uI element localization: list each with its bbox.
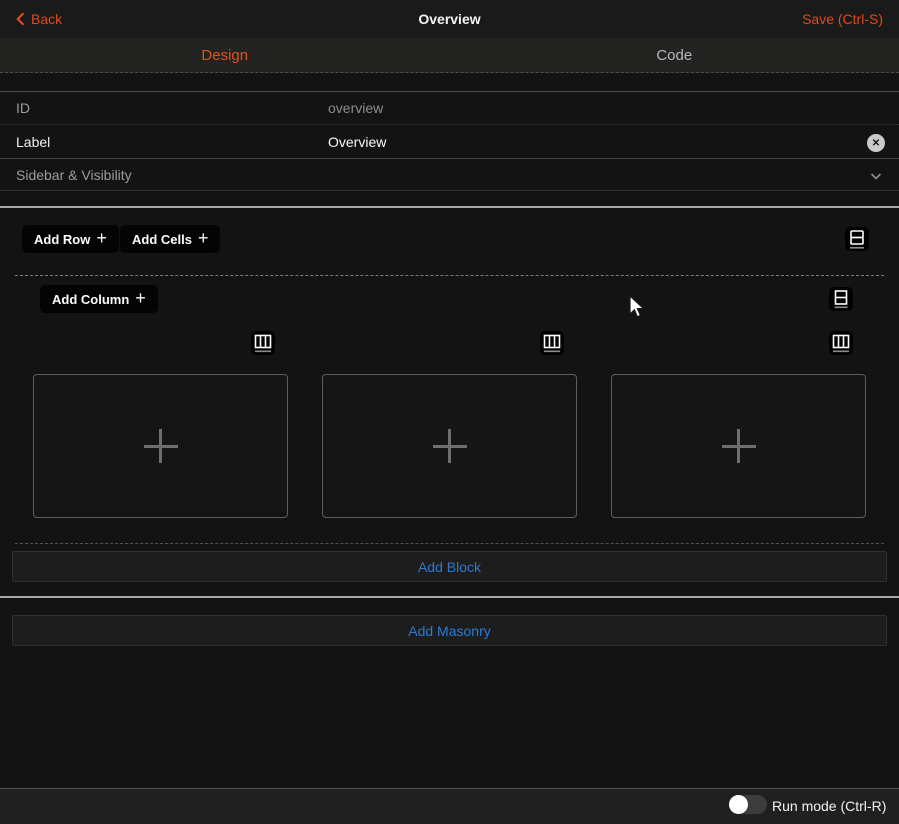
page-title: Overview (0, 0, 899, 38)
add-row-label: Add Row (34, 232, 90, 247)
id-label: ID (16, 100, 30, 116)
three-columns-icon (829, 331, 853, 355)
column-3-layout-button[interactable] (829, 331, 853, 355)
three-columns-icon (540, 331, 564, 355)
back-button[interactable]: Back (14, 0, 62, 38)
add-cells-button[interactable]: Add Cells + (120, 225, 220, 253)
column-1-layout-button[interactable] (251, 331, 275, 355)
row-container-top-border (15, 275, 884, 276)
stacked-rows-icon (845, 227, 869, 251)
plus-cross-icon (433, 429, 467, 463)
plus-icon: + (135, 289, 146, 307)
save-button[interactable]: Save (Ctrl-S) (802, 0, 883, 38)
column-2-layout-button[interactable] (540, 331, 564, 355)
clear-label-button[interactable]: ✕ (867, 134, 885, 152)
plus-cross-icon (722, 429, 756, 463)
label-label: Label (16, 134, 50, 150)
label-value[interactable]: Overview (328, 134, 386, 150)
empty-cell-1-add-target[interactable] (33, 374, 288, 518)
empty-cell-2-add-target[interactable] (322, 374, 577, 518)
row-split-button[interactable] (829, 287, 853, 311)
chevron-left-icon (14, 12, 27, 26)
mouse-cursor (628, 295, 648, 319)
add-block-button[interactable]: Add Block (12, 551, 887, 582)
back-label: Back (31, 11, 62, 27)
add-column-label: Add Column (52, 292, 129, 307)
tab-design[interactable]: Design (0, 38, 450, 72)
plus-icon: + (96, 229, 107, 247)
plus-cross-icon (144, 429, 178, 463)
clear-icon: ✕ (872, 138, 880, 149)
toggle-knob (729, 795, 748, 814)
form-row-sidebar-visibility[interactable]: Sidebar & Visibility (0, 160, 899, 191)
empty-cell-3-add-target[interactable] (611, 374, 866, 518)
row-layout-button[interactable] (845, 227, 869, 251)
plus-icon: + (198, 229, 209, 247)
square-two-rows-icon (829, 287, 853, 311)
tab-code[interactable]: Code (450, 38, 899, 72)
chevron-down-icon[interactable] (868, 168, 884, 184)
id-value[interactable]: overview (328, 100, 383, 116)
form-row-id[interactable]: ID overview (0, 92, 899, 125)
add-cells-label: Add Cells (132, 232, 192, 247)
sidebar-visibility-label: Sidebar & Visibility (16, 167, 132, 183)
three-columns-icon (251, 331, 275, 355)
add-row-button[interactable]: Add Row + (22, 225, 119, 253)
run-mode-toggle[interactable] (729, 795, 767, 814)
add-column-button[interactable]: Add Column + (40, 285, 158, 313)
section-divider (0, 206, 899, 208)
add-masonry-button[interactable]: Add Masonry (12, 615, 887, 646)
tab-bar: Design Code (0, 38, 899, 73)
run-mode-label: Run mode (Ctrl-R) (772, 788, 886, 824)
header-bar: Back Overview Save (Ctrl-S) (0, 0, 899, 38)
section-divider (0, 596, 899, 598)
form-row-label[interactable]: Label Overview (0, 126, 899, 159)
row-container-bottom-border (15, 543, 884, 544)
